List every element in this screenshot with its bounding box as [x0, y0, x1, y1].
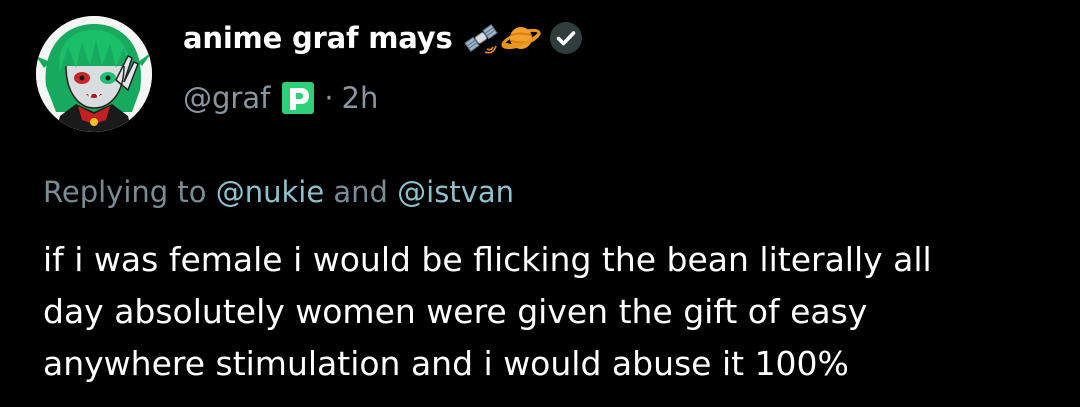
anime-character-avatar-icon [36, 16, 152, 132]
post-text-line: day absolutely women were given the gift… [43, 292, 868, 331]
pinned-p-badge-icon [282, 82, 315, 114]
post-card[interactable]: anime graf mays @graf · 2h Replying to @… [0, 0, 1080, 407]
replying-joiner: and [333, 175, 388, 209]
meta-row: @graf · 2h [183, 78, 583, 118]
ringed-planet-emoji-icon [500, 21, 541, 55]
name-row: anime graf mays [183, 18, 583, 58]
post-time[interactable]: 2h [342, 81, 379, 115]
display-name[interactable]: anime graf mays [183, 21, 453, 55]
user-handle[interactable]: @graf [183, 81, 270, 115]
avatar[interactable] [36, 16, 152, 132]
mention-link[interactable]: @istvan [397, 175, 514, 209]
verified-check-icon [549, 21, 583, 55]
meta-separator: · [324, 81, 334, 115]
post-body: if i was female i would be flicking the … [43, 234, 1053, 390]
post-header: anime graf mays @graf · 2h [183, 18, 583, 118]
replying-to-line: Replying to @nukie and @istvan [43, 175, 514, 209]
replying-prefix: Replying to [43, 175, 207, 209]
mention-link[interactable]: @nukie [216, 175, 324, 209]
satellite-emoji-icon [463, 21, 499, 55]
post-text-line: if i was female i would be flicking the … [43, 240, 932, 279]
post-text-line: anywhere stimulation and i would abuse i… [43, 344, 849, 383]
